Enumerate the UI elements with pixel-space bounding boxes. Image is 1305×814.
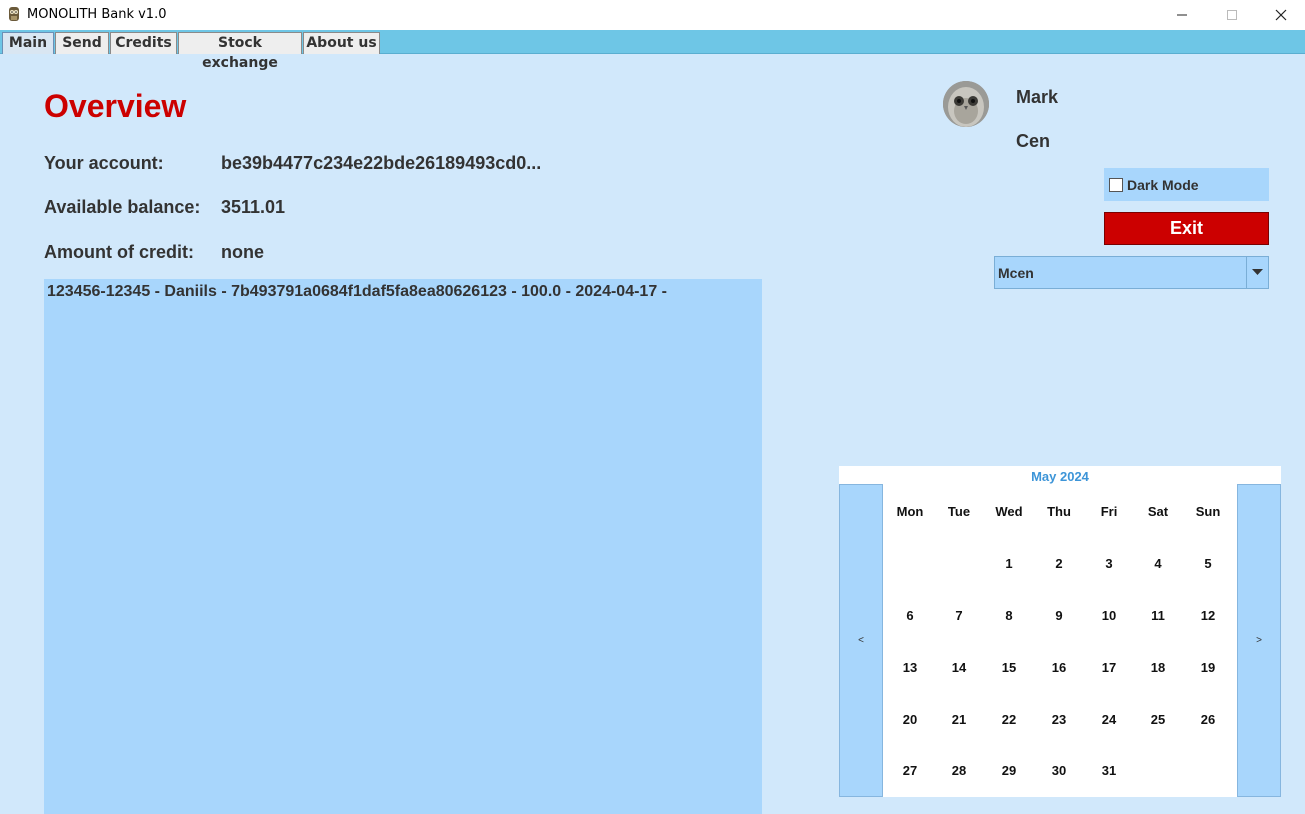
weekday-header: Tue <box>947 504 971 519</box>
calendar: May 2024 < > Mon Tue Wed Thu Fri Sat Sun 1 2 3 4 5 6… <box>839 466 1281 797</box>
calendar-day[interactable]: 24 <box>1084 712 1134 727</box>
calendar-day[interactable]: 22 <box>984 712 1034 727</box>
weekday-header: Thu <box>1047 504 1071 519</box>
calendar-day[interactable]: 17 <box>1084 660 1134 675</box>
list-item[interactable]: 123456-12345 - Daniils - 7b493791a0684f1… <box>47 283 667 301</box>
balance-label: Available balance: <box>44 197 201 217</box>
calendar-day[interactable]: 27 <box>885 763 935 778</box>
calendar-day[interactable]: 14 <box>934 660 984 675</box>
dark-mode-toggle[interactable]: Dark Mode <box>1104 168 1269 201</box>
user-first-name: Mark <box>1016 87 1059 107</box>
calendar-day[interactable]: 10 <box>1084 608 1134 623</box>
owl-avatar-icon <box>943 81 989 127</box>
chevron-down-icon <box>1252 269 1263 275</box>
account-label: Your account: <box>44 153 164 173</box>
calendar-day[interactable]: 23 <box>1034 712 1084 727</box>
tab-main[interactable]: Main <box>2 32 54 54</box>
weekday-header: Wed <box>995 504 1023 519</box>
account-value: be39b4477c234e22bde26189493cd0... <box>221 153 542 173</box>
weekday-header: Sat <box>1147 504 1169 519</box>
calendar-day[interactable]: 18 <box>1133 660 1183 675</box>
window-title: MONOLITH Bank v1.0 <box>27 7 167 22</box>
dark-mode-label: Dark Mode <box>1127 177 1199 193</box>
tab-about-us[interactable]: About us <box>303 32 380 54</box>
calendar-day[interactable]: 9 <box>1034 608 1084 623</box>
transaction-list[interactable]: 123456-12345 - Daniils - 7b493791a0684f1… <box>44 279 762 814</box>
calendar-day[interactable]: 26 <box>1183 712 1233 727</box>
calendar-day[interactable]: 1 <box>984 556 1034 571</box>
close-button[interactable] <box>1258 0 1304 30</box>
tab-send[interactable]: Send <box>55 32 109 54</box>
dark-mode-checkbox[interactable] <box>1109 178 1123 192</box>
calendar-grid: Mon Tue Wed Thu Fri Sat Sun 1 2 3 4 5 6 7 8 9 10 11 12 13 14… <box>883 484 1237 797</box>
calendar-day[interactable]: 21 <box>934 712 984 727</box>
user-last-name: Cen <box>1016 131 1051 151</box>
account-select-value: Mcen <box>998 265 1034 281</box>
calendar-day[interactable]: 15 <box>984 660 1034 675</box>
calendar-day[interactable]: 6 <box>885 608 935 623</box>
calendar-day[interactable]: 30 <box>1034 763 1084 778</box>
calendar-day[interactable]: 16 <box>1034 660 1084 675</box>
minimize-button[interactable] <box>1159 0 1205 30</box>
calendar-day[interactable]: 29 <box>984 763 1034 778</box>
monolith-app-icon <box>9 7 19 21</box>
tab-credits[interactable]: Credits <box>110 32 177 54</box>
close-icon <box>1275 9 1287 21</box>
calendar-day[interactable]: 19 <box>1183 660 1233 675</box>
tab-stock-exchange[interactable]: Stock exchange <box>178 32 302 71</box>
calendar-day[interactable]: 5 <box>1183 556 1233 571</box>
balance-value: 3511.01 <box>221 197 286 217</box>
calendar-day[interactable]: 20 <box>885 712 935 727</box>
calendar-day[interactable]: 13 <box>885 660 935 675</box>
tab-bar: Main Send Credits Stock exchange About u… <box>0 30 1305 71</box>
credit-label: Amount of credit: <box>44 242 194 262</box>
account-select[interactable]: Mcen <box>994 256 1269 289</box>
calendar-day[interactable]: 31 <box>1084 763 1134 778</box>
maximize-icon <box>1227 10 1237 20</box>
calendar-day[interactable]: 2 <box>1034 556 1084 571</box>
calendar-day[interactable]: 11 <box>1133 608 1183 623</box>
weekday-header: Mon <box>896 504 924 519</box>
weekday-header: Sun <box>1195 504 1221 519</box>
calendar-day[interactable]: 28 <box>934 763 984 778</box>
calendar-day[interactable]: 25 <box>1133 712 1183 727</box>
calendar-prev-button[interactable]: < <box>839 484 883 797</box>
calendar-day[interactable]: 3 <box>1084 556 1134 571</box>
weekday-header: Fri <box>1100 504 1118 519</box>
exit-button[interactable]: Exit <box>1104 212 1269 245</box>
calendar-day[interactable]: 4 <box>1133 556 1183 571</box>
calendar-next-button[interactable]: > <box>1237 484 1281 797</box>
dropdown-button[interactable] <box>1246 257 1268 288</box>
credit-value: none <box>221 242 264 262</box>
maximize-button[interactable] <box>1209 0 1255 30</box>
calendar-day[interactable]: 12 <box>1183 608 1233 623</box>
calendar-day[interactable]: 8 <box>984 608 1034 623</box>
window-titlebar: MONOLITH Bank v1.0 <box>0 0 1305 30</box>
page-title: Overview <box>44 88 187 124</box>
minimize-icon <box>1177 14 1187 16</box>
calendar-day[interactable]: 7 <box>934 608 984 623</box>
calendar-month-title: May 2024 <box>1031 469 1089 484</box>
